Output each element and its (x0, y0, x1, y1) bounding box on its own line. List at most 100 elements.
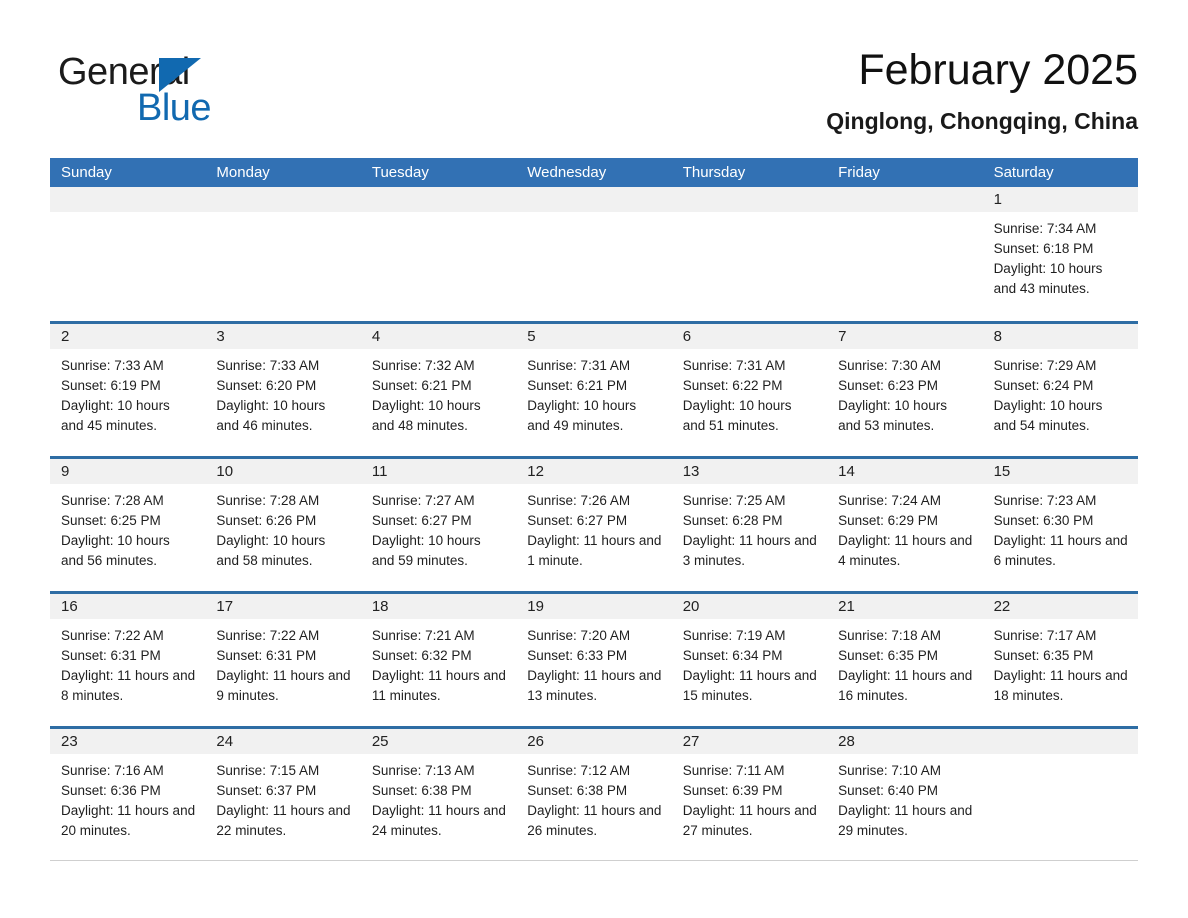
calendar-day-cell[interactable]: 21 Sunrise: 7:18 AM Sunset: 6:35 PM Dayligh… (827, 594, 983, 726)
calendar-day-cell[interactable]: 4 Sunrise: 7:32 AM Sunset: 6:21 PM Daylight… (360, 324, 517, 456)
calendar-day-cell-empty (50, 187, 206, 321)
day-number: 1 (982, 187, 1138, 212)
sunset-text: Sunset: 6:31 PM (216, 648, 317, 663)
sunrise-text: Sunrise: 7:23 AM (993, 493, 1097, 508)
day-number: 4 (360, 324, 517, 349)
sunrise-text: Sunrise: 7:12 AM (527, 763, 631, 778)
calendar-day-cell[interactable]: 28 Sunrise: 7:10 AM Sunset: 6:40 PM Dayligh… (827, 729, 983, 860)
calendar-day-cell[interactable]: 2 Sunrise: 7:33 AM Sunset: 6:19 PM Daylight… (50, 324, 206, 456)
calendar-day-cell[interactable]: 18 Sunrise: 7:21 AM Sunset: 6:32 PM Dayligh… (360, 594, 517, 726)
calendar-day-cell[interactable]: 14 Sunrise: 7:24 AM Sunset: 6:29 PM Dayligh… (827, 459, 983, 591)
sunset-text: Sunset: 6:35 PM (993, 648, 1094, 663)
daylight-text: Daylight: 11 hours and 8 minutes. (61, 668, 196, 703)
day-number: 2 (50, 324, 206, 349)
calendar-day-cell[interactable]: 20 Sunrise: 7:19 AM Sunset: 6:34 PM Dayligh… (671, 594, 828, 726)
sunset-text: Sunset: 6:31 PM (61, 648, 161, 663)
calendar-day-cell[interactable]: 23 Sunrise: 7:16 AM Sunset: 6:36 PM Dayligh… (50, 729, 206, 860)
sunrise-text: Sunrise: 7:33 AM (61, 358, 164, 373)
weekday-saturday: Saturday (993, 164, 1054, 181)
sunset-text: Sunset: 6:36 PM (61, 783, 161, 798)
day-details: Sunrise: 7:31 AM Sunset: 6:22 PM Daylight:… (672, 349, 827, 436)
sunrise-text: Sunrise: 7:26 AM (527, 493, 631, 508)
weekday-wednesday: Wednesday (527, 164, 607, 181)
calendar-page: General Blue February 2025 Qinglong, Cho… (0, 0, 1188, 918)
day-number (360, 187, 517, 212)
sunset-text: Sunset: 6:38 PM (527, 783, 628, 798)
day-number (205, 187, 361, 212)
sunrise-text: Sunrise: 7:31 AM (527, 358, 631, 373)
day-details: Sunrise: 7:10 AM Sunset: 6:40 PM Daylight:… (827, 754, 982, 841)
day-number: 19 (516, 594, 672, 619)
day-details: Sunrise: 7:18 AM Sunset: 6:35 PM Daylight:… (827, 619, 982, 706)
day-number (982, 729, 1138, 754)
sunset-text: Sunset: 6:38 PM (371, 783, 472, 798)
sunset-text: Sunset: 6:19 PM (61, 378, 161, 393)
day-details: Sunrise: 7:13 AM Sunset: 6:38 PM Daylight:… (361, 754, 516, 841)
calendar-week-row: 2 Sunrise: 7:33 AM Sunset: 6:19 PM Daylight… (50, 321, 1138, 456)
calendar-day-cell[interactable]: 6 Sunrise: 7:31 AM Sunset: 6:22 PM Daylight… (671, 324, 828, 456)
calendar-day-cell[interactable]: 15 Sunrise: 7:23 AM Sunset: 6:30 PM Dayligh… (982, 459, 1138, 591)
sunrise-text: Sunrise: 7:32 AM (371, 358, 475, 373)
day-details: Sunrise: 7:28 AM Sunset: 6:25 PM Daylight:… (50, 484, 205, 571)
calendar-day-cell[interactable]: 27 Sunrise: 7:11 AM Sunset: 6:39 PM Dayligh… (671, 729, 828, 860)
calendar-day-cell[interactable]: 12 Sunrise: 7:26 AM Sunset: 6:27 PM Dayligh… (516, 459, 672, 591)
day-details: Sunrise: 7:34 AM Sunset: 6:18 PM Daylight:… (983, 212, 1138, 299)
calendar-day-cell[interactable]: 3 Sunrise: 7:33 AM Sunset: 6:20 PM Daylight… (205, 324, 361, 456)
daylight-text: Daylight: 11 hours and 22 minutes. (216, 803, 351, 838)
daylight-text: Daylight: 10 hours and 45 minutes. (61, 398, 170, 433)
weekday-sunday: Sunday (61, 164, 112, 181)
day-number (827, 187, 983, 212)
calendar-week-row: 1 Sunrise: 7:34 AM Sunset: 6:18 PM Daylight… (50, 187, 1138, 321)
sunrise-text: Sunrise: 7:28 AM (61, 493, 164, 508)
daylight-text: Daylight: 11 hours and 9 minutes. (216, 668, 351, 703)
day-number: 26 (516, 729, 672, 754)
sunset-text: Sunset: 6:40 PM (838, 783, 938, 798)
calendar-day-cell[interactable]: 10 Sunrise: 7:28 AM Sunset: 6:26 PM Dayligh… (205, 459, 361, 591)
calendar-day-cell[interactable]: 9 Sunrise: 7:28 AM Sunset: 6:25 PM Daylight… (50, 459, 206, 591)
daylight-text: Daylight: 10 hours and 49 minutes. (527, 398, 637, 433)
sunset-text: Sunset: 6:21 PM (371, 378, 472, 393)
sunset-text: Sunset: 6:27 PM (527, 513, 628, 528)
calendar-day-cell[interactable]: 5 Sunrise: 7:31 AM Sunset: 6:21 PM Daylight… (516, 324, 672, 456)
day-details: Sunrise: 7:22 AM Sunset: 6:31 PM Daylight:… (50, 619, 205, 706)
calendar-day-cell[interactable]: 22 Sunrise: 7:17 AM Sunset: 6:35 PM Dayligh… (982, 594, 1138, 726)
sunset-text: Sunset: 6:21 PM (527, 378, 628, 393)
daylight-text: Daylight: 11 hours and 6 minutes. (993, 533, 1128, 568)
calendar-day-cell[interactable]: 17 Sunrise: 7:22 AM Sunset: 6:31 PM Dayligh… (205, 594, 361, 726)
day-number (671, 187, 828, 212)
calendar-week-row: 16 Sunrise: 7:22 AM Sunset: 6:31 PM Dayligh… (50, 591, 1138, 726)
calendar-day-cell[interactable]: 16 Sunrise: 7:22 AM Sunset: 6:31 PM Dayligh… (50, 594, 206, 726)
sunset-text: Sunset: 6:20 PM (216, 378, 317, 393)
general-blue-logo[interactable]: General Blue (58, 50, 318, 130)
sunrise-text: Sunrise: 7:15 AM (216, 763, 320, 778)
calendar-day-cell[interactable]: 26 Sunrise: 7:12 AM Sunset: 6:38 PM Dayligh… (516, 729, 672, 860)
calendar-day-cell[interactable]: 13 Sunrise: 7:25 AM Sunset: 6:28 PM Dayligh… (671, 459, 828, 591)
calendar-day-cell-empty (516, 187, 672, 321)
sunrise-text: Sunrise: 7:25 AM (682, 493, 786, 508)
day-number: 15 (982, 459, 1138, 484)
sunset-text: Sunset: 6:30 PM (993, 513, 1094, 528)
sunrise-text: Sunrise: 7:27 AM (371, 493, 475, 508)
page-header: General Blue February 2025 Qinglong, Cho… (50, 44, 1138, 144)
day-details: Sunrise: 7:33 AM Sunset: 6:19 PM Daylight:… (50, 349, 205, 436)
daylight-text: Daylight: 10 hours and 46 minutes. (216, 398, 326, 433)
daylight-text: Daylight: 11 hours and 18 minutes. (993, 668, 1128, 703)
calendar-day-cell[interactable]: 1 Sunrise: 7:34 AM Sunset: 6:18 PM Daylight… (982, 187, 1138, 321)
calendar-day-cell[interactable]: 8 Sunrise: 7:29 AM Sunset: 6:24 PM Daylight… (982, 324, 1138, 456)
calendar-day-cell[interactable]: 19 Sunrise: 7:20 AM Sunset: 6:33 PM Dayligh… (516, 594, 672, 726)
calendar-day-cell[interactable]: 25 Sunrise: 7:13 AM Sunset: 6:38 PM Dayligh… (360, 729, 517, 860)
sunrise-text: Sunrise: 7:24 AM (838, 493, 941, 508)
day-details: Sunrise: 7:26 AM Sunset: 6:27 PM Daylight:… (516, 484, 671, 571)
day-details: Sunrise: 7:15 AM Sunset: 6:37 PM Daylight:… (205, 754, 360, 841)
calendar-day-cell[interactable]: 7 Sunrise: 7:30 AM Sunset: 6:23 PM Daylight… (827, 324, 983, 456)
page-subtitle: Qinglong, Chongqing, China (826, 108, 1138, 134)
day-number: 13 (671, 459, 828, 484)
sunset-text: Sunset: 6:26 PM (216, 513, 317, 528)
day-details: Sunrise: 7:25 AM Sunset: 6:28 PM Daylight:… (672, 484, 827, 571)
calendar-day-cell[interactable]: 24 Sunrise: 7:15 AM Sunset: 6:37 PM Dayligh… (205, 729, 361, 860)
sunrise-text: Sunrise: 7:22 AM (61, 628, 164, 643)
calendar-day-cell-empty (982, 729, 1138, 860)
daylight-text: Daylight: 11 hours and 15 minutes. (682, 668, 817, 703)
sunset-text: Sunset: 6:39 PM (682, 783, 783, 798)
calendar-day-cell[interactable]: 11 Sunrise: 7:27 AM Sunset: 6:27 PM Dayligh… (360, 459, 517, 591)
